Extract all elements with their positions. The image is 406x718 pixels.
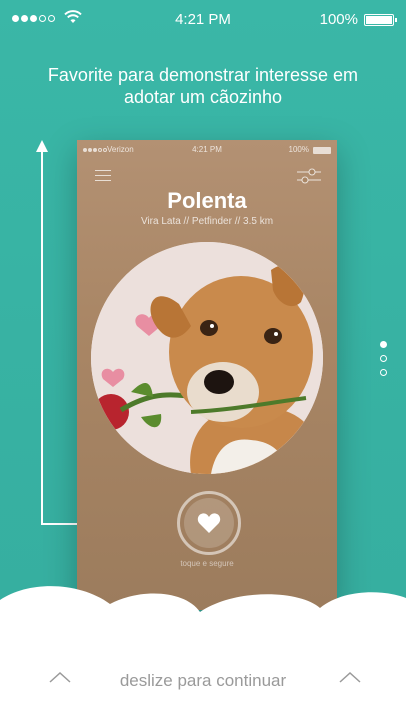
preview-status-bar: Verizon 4:21 PM 100% [83,145,331,159]
page-dot-2[interactable] [380,355,387,362]
page-indicator[interactable] [380,341,387,376]
pet-name: Polenta [167,188,247,213]
dog-photo[interactable] [91,242,323,474]
app-preview-card: Verizon 4:21 PM 100% Polenta Vira Lata /… [77,140,337,610]
dog-illustration [91,242,323,474]
preview-battery-icon [313,147,331,154]
heart-icon [197,513,221,533]
sliders-filter-icon[interactable] [297,166,321,186]
chevron-up-icon-right[interactable] [338,670,362,684]
page-dot-3[interactable] [380,369,387,376]
battery-percentage: 100% [319,11,358,28]
status-bar: 4:21 PM 100% [0,0,406,40]
hamburger-menu-icon[interactable] [95,170,111,182]
onboarding-screen: 4:21 PM 100% Favorite para demonstrar in… [0,0,406,718]
pet-meta: Vira Lata // Petfinder // 3.5 km [140,216,274,227]
page-dot-1[interactable] [380,341,387,348]
cloud-footer-shape [0,586,406,718]
preview-battery-text: 100% [288,145,309,154]
favorite-button[interactable] [177,491,241,555]
battery-icon [364,14,397,26]
onboarding-headline: Favorite para demonstrar interesse em ad… [47,65,359,107]
